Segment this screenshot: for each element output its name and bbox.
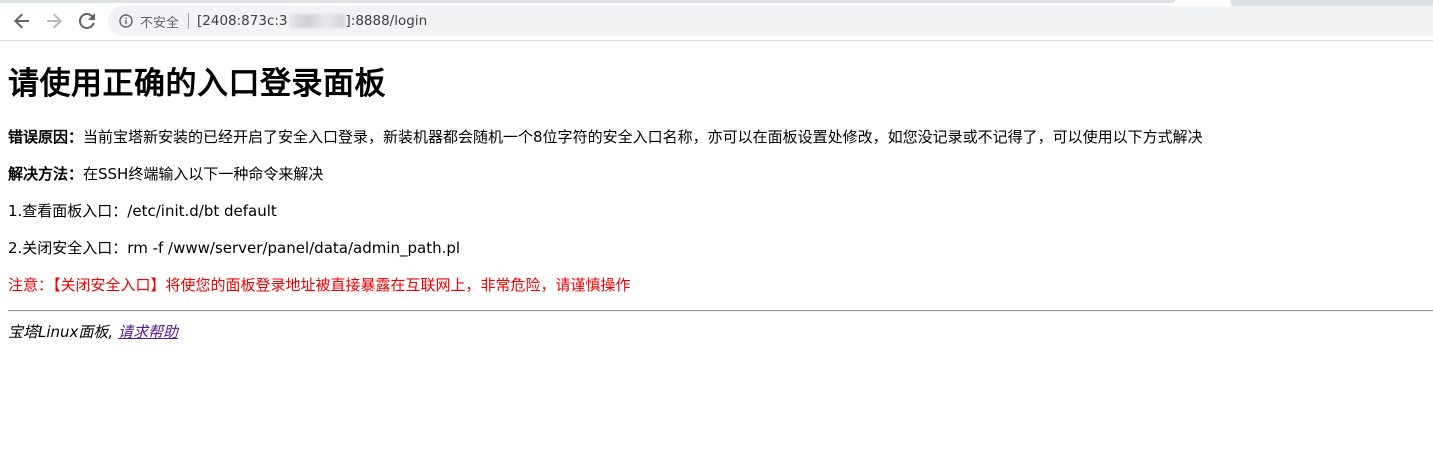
error-reason: 错误原因：当前宝塔新安装的已经开启了安全入口登录，新装机器都会随机一个8位字符的… <box>8 127 1203 147</box>
error-reason-label: 错误原因： <box>8 128 84 146</box>
url-suffix: ]:8888/login <box>345 13 428 29</box>
url-redacted-segment <box>288 14 345 28</box>
step-disable-entrance: 2.关闭安全入口：rm -f /www/server/panel/data/ad… <box>8 239 461 257</box>
reload-button[interactable] <box>74 8 100 34</box>
arrow-left-icon <box>14 13 29 29</box>
address-bar[interactable]: 不安全 [2408:873c:3 ]:8888/login <box>108 6 1433 36</box>
footer: 宝塔Linux面板, 请求帮助 <box>8 322 178 342</box>
step-view-entrance: 1.查看面板入口：/etc/init.d/bt default <box>8 202 277 220</box>
page-title: 请使用正确的入口登录面板 <box>8 66 386 102</box>
warning-text: 注意：【关闭安全入口】将使您的面板登录地址被直接暴露在互联网上，非常危险，请谨慎… <box>8 276 631 294</box>
forward-button[interactable] <box>41 8 67 34</box>
solution-method-text: 在SSH终端输入以下一种命令来解决 <box>83 165 324 183</box>
address-bar-divider <box>188 13 190 29</box>
solution-method: 解决方法：在SSH终端输入以下一种命令来解决 <box>8 164 323 184</box>
info-icon[interactable] <box>119 14 133 28</box>
security-label[interactable]: 不安全 <box>140 12 179 31</box>
horizontal-rule <box>8 310 1433 312</box>
help-link[interactable]: 请求帮助 <box>118 323 178 341</box>
browser-toolbar: 不安全 [2408:873c:3 ]:8888/login <box>0 0 1433 41</box>
back-button[interactable] <box>9 8 35 34</box>
url-text[interactable]: [2408:873c:3 ]:8888/login <box>197 13 427 29</box>
page-content: 请使用正确的入口登录面板 错误原因：当前宝塔新安装的已经开启了安全入口登录，新装… <box>8 41 1433 460</box>
reload-icon <box>79 13 95 29</box>
tab-strip-left <box>0 0 1175 3</box>
solution-method-label: 解决方法： <box>8 165 84 183</box>
url-prefix: [2408:873c:3 <box>197 13 288 29</box>
arrow-right-icon <box>47 13 62 29</box>
footer-brand: 宝塔Linux面板, <box>8 323 114 341</box>
error-reason-text: 当前宝塔新安装的已经开启了安全入口登录，新装机器都会随机一个8位字符的安全入口名… <box>83 128 1203 146</box>
